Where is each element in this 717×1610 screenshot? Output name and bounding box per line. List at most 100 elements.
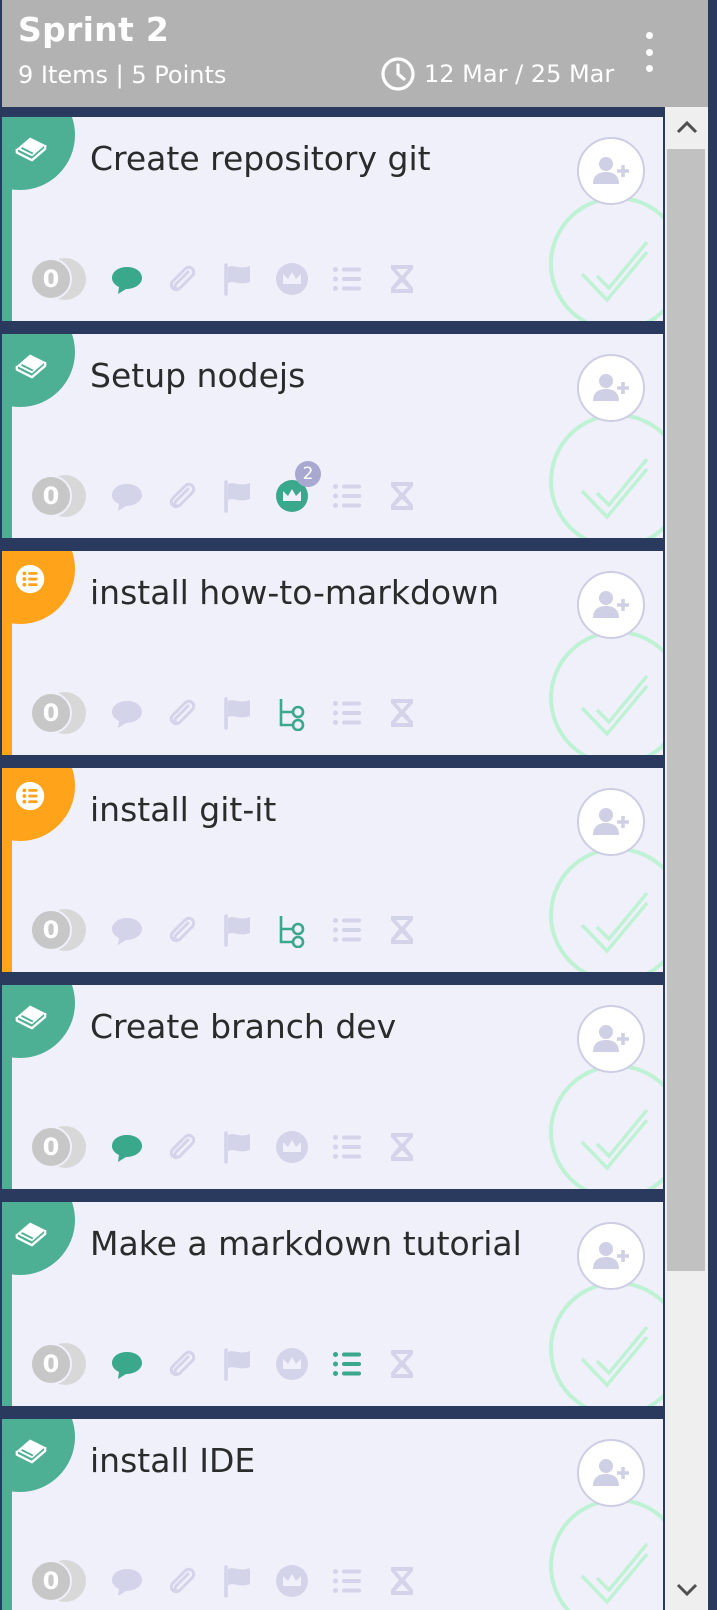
subtask-tree-icon[interactable] (273, 694, 311, 732)
sprint-item-list: Create repository git 0 Setup nodejs 0 2 inst… (0, 107, 665, 1610)
item-title[interactable]: install git-it (90, 790, 276, 829)
item-type-badge (2, 334, 75, 407)
flag-icon[interactable] (218, 911, 256, 949)
item-title[interactable]: Create branch dev (90, 1007, 396, 1046)
attachment-icon[interactable] (163, 1345, 201, 1383)
more-vertical-icon[interactable] (642, 32, 656, 72)
subtask-tree-icon[interactable] (273, 911, 311, 949)
story-points-indicator[interactable]: 0 (30, 1126, 90, 1168)
item-title[interactable]: Setup nodejs (90, 356, 305, 395)
story-points-value: 0 (30, 475, 72, 517)
checklist-icon[interactable] (328, 694, 366, 732)
assign-user-button[interactable] (577, 1439, 645, 1507)
done-check-icon[interactable] (547, 845, 663, 972)
sprint-date-range: 12 Mar / 25 Mar (424, 60, 615, 88)
item-title[interactable]: Create repository git (90, 139, 431, 178)
flag-icon[interactable] (218, 477, 256, 515)
item-title[interactable]: install how-to-markdown (90, 573, 499, 612)
hourglass-icon[interactable] (383, 1562, 421, 1600)
item-indicators: 0 (30, 692, 438, 734)
add-user-icon (593, 808, 629, 835)
done-check-icon[interactable] (547, 411, 663, 538)
checklist-icon[interactable] (328, 1128, 366, 1166)
hourglass-icon[interactable] (383, 911, 421, 949)
backlog-item-card[interactable]: Make a markdown tutorial 0 (2, 1202, 663, 1406)
hourglass-icon[interactable] (383, 1128, 421, 1166)
attachment-icon[interactable] (163, 1562, 201, 1600)
done-check-icon[interactable] (547, 628, 663, 755)
attachment-icon[interactable] (163, 260, 201, 298)
sprint-title: Sprint 2 (18, 10, 170, 49)
attachment-icon[interactable] (163, 694, 201, 732)
scroll-up-button[interactable] (665, 107, 708, 147)
item-type-badge (2, 1202, 75, 1275)
done-check-icon[interactable] (547, 1279, 663, 1406)
sprint-dates: 12 Mar / 25 Mar (380, 56, 614, 92)
story-points-indicator[interactable]: 0 (30, 692, 90, 734)
flag-icon[interactable] (218, 1562, 256, 1600)
crown-icon[interactable] (273, 1345, 311, 1383)
done-check-icon[interactable] (547, 1062, 663, 1189)
assign-user-button[interactable] (577, 1005, 645, 1073)
item-type-badge (2, 117, 75, 190)
crown-icon[interactable]: 2 (273, 461, 321, 515)
crown-icon[interactable] (273, 1128, 311, 1166)
scrollbar[interactable] (665, 107, 708, 1610)
crown-icon[interactable] (273, 260, 311, 298)
backlog-item-card[interactable]: Create repository git 0 (2, 117, 663, 321)
checklist-icon[interactable] (328, 1345, 366, 1383)
sprint-header: Sprint 2 9 Items | 5 Points 12 Mar / 25 … (2, 0, 710, 107)
assign-user-button[interactable] (577, 137, 645, 205)
done-check-icon[interactable] (547, 194, 663, 321)
comment-icon[interactable] (108, 1128, 146, 1166)
flag-icon[interactable] (218, 694, 256, 732)
comment-icon[interactable] (108, 260, 146, 298)
checklist-icon[interactable] (328, 477, 366, 515)
backlog-item-card[interactable]: install IDE 0 (2, 1419, 663, 1610)
story-points-indicator[interactable]: 0 (30, 1343, 90, 1385)
scroll-down-button[interactable] (665, 1570, 708, 1610)
story-points-value: 0 (30, 1343, 72, 1385)
comment-icon[interactable] (108, 1345, 146, 1383)
story-points-value: 0 (30, 692, 72, 734)
crown-icon[interactable] (273, 1562, 311, 1600)
attachment-icon[interactable] (163, 911, 201, 949)
attachment-icon[interactable] (163, 1128, 201, 1166)
backlog-item-card[interactable]: Setup nodejs 0 2 (2, 334, 663, 538)
assign-user-button[interactable] (577, 788, 645, 856)
item-title[interactable]: install IDE (90, 1441, 255, 1480)
checklist-icon[interactable] (328, 260, 366, 298)
flag-icon[interactable] (218, 1345, 256, 1383)
hourglass-icon[interactable] (383, 1345, 421, 1383)
comment-icon[interactable] (108, 694, 146, 732)
assign-user-button[interactable] (577, 571, 645, 639)
add-user-icon (593, 157, 629, 184)
hourglass-icon[interactable] (383, 694, 421, 732)
item-type-badge (2, 551, 75, 624)
story-points-value: 0 (30, 1560, 72, 1602)
hourglass-icon[interactable] (383, 477, 421, 515)
backlog-item-card[interactable]: install git-it 0 (2, 768, 663, 972)
story-points-indicator[interactable]: 0 (30, 909, 90, 951)
flag-icon[interactable] (218, 260, 256, 298)
comment-icon[interactable] (108, 911, 146, 949)
scrollbar-thumb[interactable] (667, 149, 705, 1271)
checklist-icon[interactable] (328, 1562, 366, 1600)
comment-icon[interactable] (108, 477, 146, 515)
backlog-item-card[interactable]: Create branch dev 0 (2, 985, 663, 1189)
item-indicators: 0 (30, 258, 438, 300)
done-check-icon[interactable] (547, 1496, 663, 1610)
hourglass-icon[interactable] (383, 260, 421, 298)
assign-user-button[interactable] (577, 354, 645, 422)
comment-icon[interactable] (108, 1562, 146, 1600)
story-points-indicator[interactable]: 0 (30, 1560, 90, 1602)
story-points-indicator[interactable]: 0 (30, 258, 90, 300)
story-points-indicator[interactable]: 0 (30, 475, 90, 517)
backlog-item-card[interactable]: install how-to-markdown 0 (2, 551, 663, 755)
attachment-icon[interactable] (163, 477, 201, 515)
item-title[interactable]: Make a markdown tutorial (90, 1224, 522, 1263)
flag-icon[interactable] (218, 1128, 256, 1166)
checklist-icon[interactable] (328, 911, 366, 949)
subitem-count-badge: 2 (295, 461, 321, 487)
assign-user-button[interactable] (577, 1222, 645, 1290)
